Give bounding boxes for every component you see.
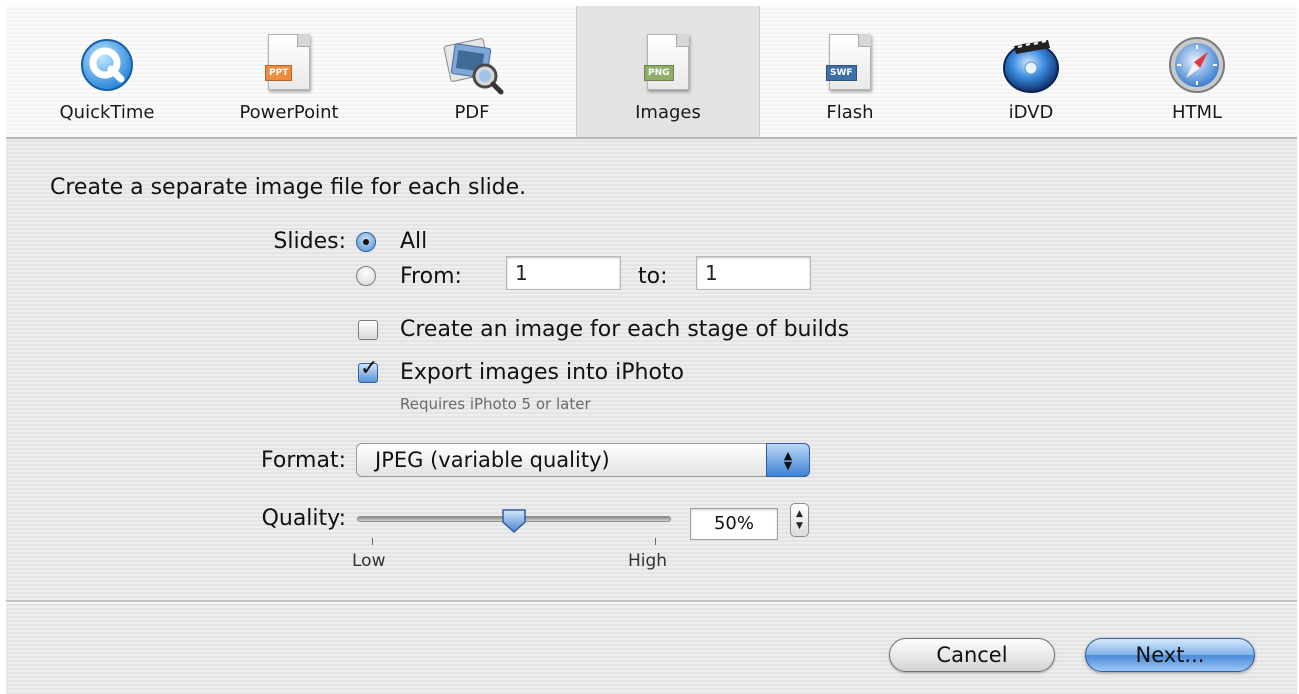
tab-powerpoint[interactable]: PPT PowerPoint (198, 6, 380, 137)
quality-value-field[interactable]: 50% (690, 508, 778, 540)
png-badge: PNG (644, 65, 674, 81)
tab-label: PDF (454, 102, 490, 123)
export-format-toolbar: QuickTime PPT PowerPoint PDF PNG Images … (6, 6, 1297, 139)
cancel-button[interactable]: Cancel (889, 638, 1055, 672)
swf-badge: SWF (826, 65, 857, 81)
tab-label: PowerPoint (239, 102, 339, 123)
quality-stepper[interactable]: ▲ ▼ (790, 503, 809, 537)
next-button[interactable]: Next... (1085, 638, 1255, 672)
safari-compass-icon (1164, 32, 1230, 98)
popup-arrows-icon: ▲ ▼ (766, 443, 810, 477)
format-popup[interactable]: JPEG (variable quality) ▲ ▼ (356, 443, 810, 477)
iphoto-checkbox-label: Export images into iPhoto (400, 360, 684, 385)
tab-flash[interactable]: SWF Flash (759, 6, 941, 137)
footer-divider (6, 600, 1297, 603)
tab-label: Images (635, 102, 701, 123)
powerpoint-document-icon: PPT (256, 32, 322, 98)
tab-label: QuickTime (59, 102, 155, 123)
png-document-icon: PNG (635, 32, 701, 98)
tab-label: Flash (826, 102, 874, 123)
slides-from-radio[interactable] (356, 266, 376, 286)
quality-slider-thumb[interactable] (500, 507, 528, 535)
tab-pdf[interactable]: PDF (381, 6, 563, 137)
pdf-preview-icon (439, 32, 505, 98)
iphoto-requirement-note: Requires iPhoto 5 or later (400, 395, 591, 413)
slides-to-label: to: (638, 264, 668, 289)
iphoto-checkbox[interactable]: ✓ (358, 358, 378, 383)
export-dialog: QuickTime PPT PowerPoint PDF PNG Images … (6, 6, 1297, 694)
tab-images[interactable]: PNG Images (576, 6, 760, 137)
quality-high-label: High (628, 551, 668, 571)
tab-idvd[interactable]: iDVD (940, 6, 1122, 137)
slides-label: Slides: (273, 229, 346, 254)
slides-from-label: From: (400, 264, 462, 289)
slider-tick-high (655, 538, 656, 545)
quality-label: Quality: (261, 506, 346, 531)
slides-all-label: All (400, 229, 428, 254)
builds-checkbox-label: Create an image for each stage of builds (400, 317, 850, 342)
description-text: Create a separate image file for each sl… (50, 175, 527, 200)
format-label: Format: (261, 448, 346, 473)
checkmark-icon: ✓ (360, 356, 379, 381)
quicktime-icon (74, 32, 140, 98)
builds-checkbox[interactable] (358, 320, 378, 340)
tab-quicktime[interactable]: QuickTime (16, 6, 198, 137)
idvd-disc-icon (998, 32, 1064, 98)
slides-from-field[interactable]: 1 (506, 256, 621, 290)
stepper-down-icon: ▼ (796, 521, 803, 531)
tab-label: HTML (1171, 102, 1223, 123)
stepper-up-icon: ▲ (796, 509, 803, 519)
slider-tick-low (372, 538, 373, 545)
swf-document-icon: SWF (817, 32, 883, 98)
slides-all-radio[interactable] (356, 232, 376, 252)
format-value: JPEG (variable quality) (375, 448, 610, 472)
tab-label: iDVD (1008, 102, 1054, 123)
ppt-badge: PPT (265, 65, 293, 81)
slides-to-field[interactable]: 1 (696, 256, 811, 290)
tab-html[interactable]: HTML (1106, 6, 1288, 137)
quality-low-label: Low (352, 551, 386, 571)
